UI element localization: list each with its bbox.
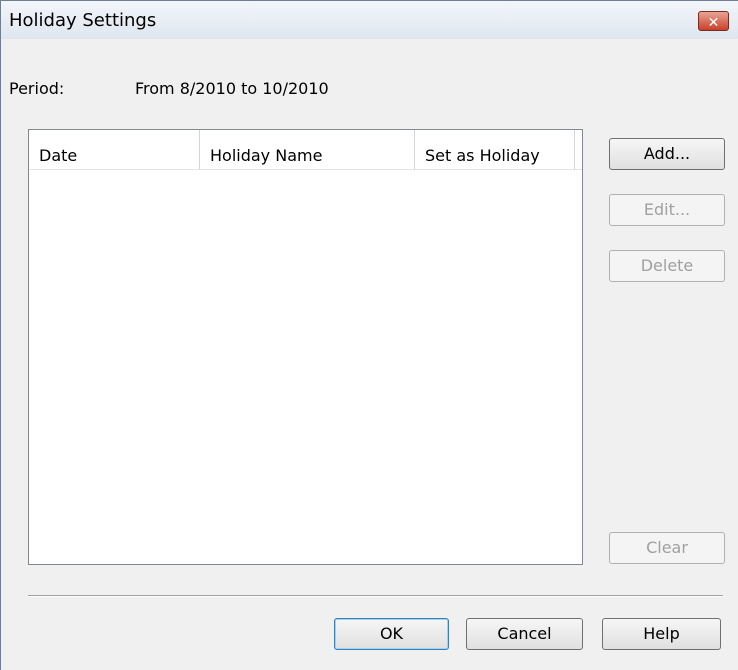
- edit-button[interactable]: Edit...: [609, 194, 725, 226]
- period-label: Period:: [9, 79, 65, 98]
- period-value: From 8/2010 to 10/2010: [135, 79, 329, 98]
- column-header-filler: [575, 130, 582, 170]
- cancel-button[interactable]: Cancel: [466, 618, 583, 650]
- close-button[interactable]: ✕: [698, 11, 729, 31]
- dialog-title: Holiday Settings: [9, 10, 157, 31]
- holiday-list[interactable]: Date Holiday Name Set as Holiday: [28, 129, 583, 565]
- column-header-holiday-name[interactable]: Holiday Name: [200, 130, 415, 170]
- footer-separator: [28, 595, 723, 597]
- clear-button[interactable]: Clear: [609, 532, 725, 564]
- holiday-settings-dialog: Holiday Settings ✕ Period: From 8/2010 t…: [0, 0, 738, 670]
- column-header-date[interactable]: Date: [29, 130, 200, 170]
- ok-button[interactable]: OK: [334, 618, 449, 650]
- close-icon: ✕: [707, 15, 720, 31]
- delete-button[interactable]: Delete: [609, 250, 725, 282]
- help-button[interactable]: Help: [602, 618, 721, 650]
- column-header-set-as-holiday[interactable]: Set as Holiday: [415, 130, 575, 170]
- add-button[interactable]: Add...: [609, 138, 725, 170]
- title-bar[interactable]: Holiday Settings ✕: [1, 1, 738, 39]
